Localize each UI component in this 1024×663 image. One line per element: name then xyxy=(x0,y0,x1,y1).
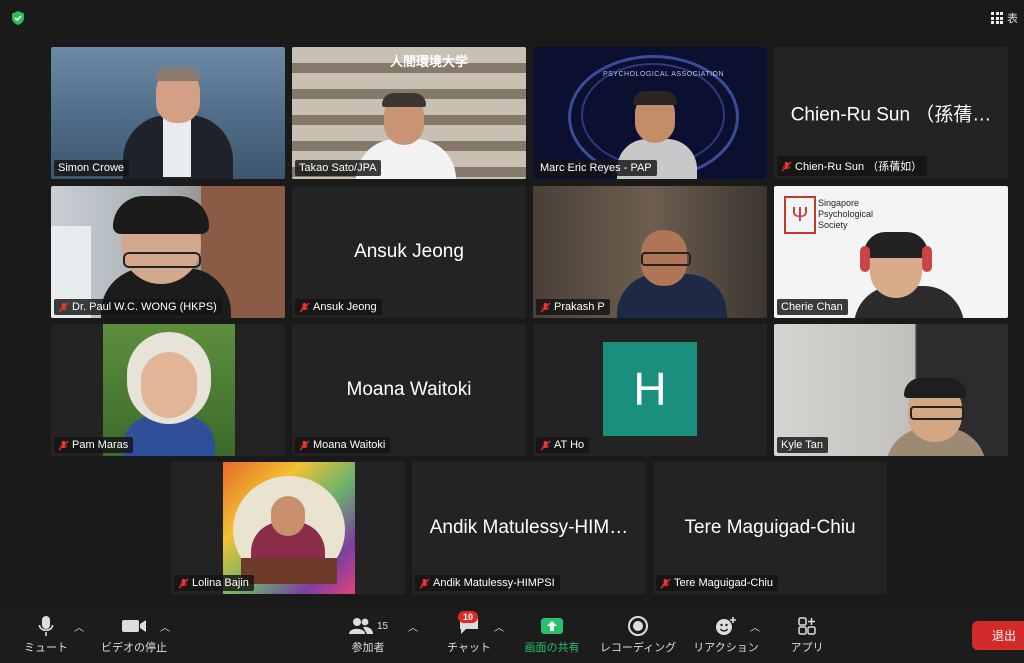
participant-tile[interactable]: 人間環境大学 Takao Sato/JPA xyxy=(292,47,526,179)
video-camera-icon xyxy=(122,620,146,632)
participant-tile-active-speaker[interactable]: PSYCHOLOGICAL ASSOCIATION Marc Eric Reye… xyxy=(533,47,767,179)
gallery-grid-icon xyxy=(991,12,1003,24)
participant-display-name: Moana Waitoki xyxy=(346,379,472,400)
mic-muted-icon xyxy=(419,577,430,589)
mic-muted-icon xyxy=(58,301,69,313)
microphone-icon xyxy=(38,616,54,636)
participant-tile[interactable]: Ψ Singapore Psychological Society Cherie… xyxy=(774,186,1008,318)
participant-tile[interactable]: Lolina Bajin xyxy=(171,462,405,594)
participant-name-label: Ansuk Jeong xyxy=(295,299,382,315)
participant-display-name: Ansuk Jeong xyxy=(354,241,464,262)
record-button[interactable]: レコーディング xyxy=(596,613,680,655)
participant-name-label: Simon Crowe xyxy=(54,160,130,176)
mic-muted-icon xyxy=(299,301,310,313)
mute-button[interactable]: ミュート xyxy=(20,613,72,655)
sps-logo-text: Singapore Psychological Society xyxy=(818,198,874,230)
mic-muted-icon xyxy=(781,160,792,172)
mic-muted-icon xyxy=(660,577,671,589)
mic-muted-icon xyxy=(540,301,551,313)
participant-name-label: Prakash P xyxy=(536,299,610,315)
participant-tile[interactable]: Pam Maras xyxy=(51,324,285,456)
participant-name-label: Pam Maras xyxy=(54,437,134,453)
leave-meeting-button[interactable]: 退出 xyxy=(971,621,1024,650)
participant-name-label: Cherie Chan xyxy=(777,299,848,315)
participant-name-label: AT Ho xyxy=(536,437,590,453)
participant-tile[interactable]: Kyle Tan xyxy=(774,324,1008,456)
reaction-smiley-icon xyxy=(716,617,736,635)
reactions-options-caret-icon[interactable]: ︿ xyxy=(750,619,760,634)
mic-muted-icon xyxy=(540,439,551,451)
participant-name-label: Chien-Ru Sun （孫蒨如） xyxy=(777,156,928,176)
participant-display-name: Tere Maguigad-Chiu xyxy=(684,517,856,538)
participant-name-label: Moana Waitoki xyxy=(295,437,391,453)
security-shield-icon[interactable] xyxy=(10,10,26,26)
mic-muted-icon xyxy=(299,439,310,451)
chat-button[interactable]: 10 チャット xyxy=(444,611,494,655)
apps-icon xyxy=(798,617,816,635)
building-sign: 人間環境大学 xyxy=(390,54,469,69)
sps-logo-icon: Ψ xyxy=(784,196,816,234)
participant-name-label: Andik Matulessy-HIMPSI xyxy=(415,575,560,591)
participant-name-label: Lolina Bajin xyxy=(174,575,254,591)
participant-tile[interactable]: Dr. Paul W.C. WONG (HKPS) xyxy=(51,186,285,318)
mic-muted-icon xyxy=(178,577,189,589)
participant-tile-video-off[interactable]: Ansuk Jeong Ansuk Jeong xyxy=(292,186,526,318)
participant-tile-video-off[interactable]: Andik Matulessy-HIM… Andik Matulessy-HIM… xyxy=(412,462,646,594)
participant-tile-video-off[interactable]: Moana Waitoki Moana Waitoki xyxy=(292,324,526,456)
view-button[interactable]: 表 xyxy=(991,9,1018,27)
participant-display-name: Chien-Ru Sun （孫蒨… xyxy=(790,104,992,126)
participant-tile-video-off[interactable]: H AT Ho xyxy=(533,324,767,456)
participant-tile-video-off[interactable]: Tere Maguigad-Chiu Tere Maguigad-Chiu xyxy=(653,462,887,594)
participant-count: 15 xyxy=(376,620,389,632)
audio-options-caret-icon[interactable]: ︿ xyxy=(74,619,84,634)
view-label: 表 xyxy=(1007,13,1018,25)
mic-muted-icon xyxy=(58,439,69,451)
chat-options-caret-icon[interactable]: ︿ xyxy=(494,619,504,634)
participant-tile-video-off[interactable]: Chien-Ru Sun （孫蒨… Chien-Ru Sun （孫蒨如） xyxy=(774,47,1008,179)
association-logo-text: PSYCHOLOGICAL ASSOCIATION xyxy=(603,71,725,78)
share-screen-button[interactable]: 画面の共有 xyxy=(520,613,584,655)
video-options-caret-icon[interactable]: ︿ xyxy=(160,619,170,634)
participants-options-caret-icon[interactable]: ︿ xyxy=(408,619,418,634)
participant-display-name: Andik Matulessy-HIM… xyxy=(429,517,629,538)
participant-tile[interactable]: Prakash P xyxy=(533,186,767,318)
share-screen-icon xyxy=(541,618,563,634)
top-bar: 表 xyxy=(0,0,1024,36)
participant-tile[interactable]: Simon Crowe xyxy=(51,47,285,179)
participant-name-label: Dr. Paul W.C. WONG (HKPS) xyxy=(54,299,222,315)
participant-name-label: Marc Eric Reyes - PAP xyxy=(536,160,657,176)
participant-name-label: Tere Maguigad-Chiu xyxy=(656,575,779,591)
record-icon xyxy=(628,616,648,636)
meeting-toolbar: ミュート ︿ ビデオの停止 ︿ 15 参加者 ︿ 10 チャット ︿ 画面の共有… xyxy=(0,609,1024,663)
apps-button[interactable]: アプリ xyxy=(782,613,832,655)
avatar: H xyxy=(603,342,697,436)
participants-icon xyxy=(348,618,373,634)
participants-button[interactable]: 15 参加者 xyxy=(340,613,396,655)
chat-unread-badge: 10 xyxy=(458,611,479,623)
participant-name-label: Takao Sato/JPA xyxy=(295,160,382,176)
participant-name-label: Kyle Tan xyxy=(777,437,828,453)
